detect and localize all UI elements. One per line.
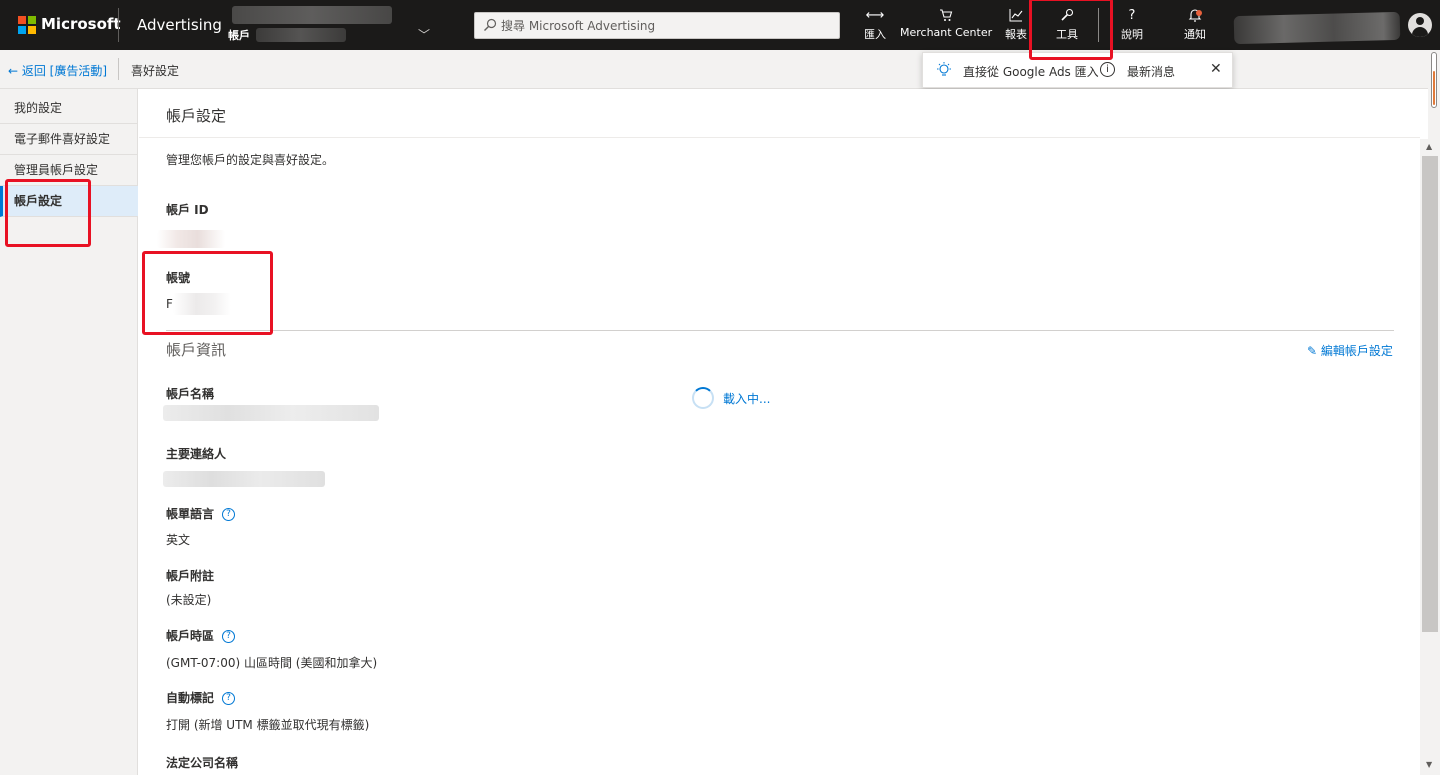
auto-tagging-label: 自動標記? (166, 689, 236, 706)
time-zone-value: (GMT-07:00) 山區時間 (美國和加拿大) (166, 656, 378, 670)
help-icon[interactable]: ? (222, 692, 236, 705)
close-icon[interactable]: ✕ (1210, 61, 1222, 77)
page-scrollbar-thumb[interactable] (1431, 52, 1437, 108)
loading-text: 載入中... (723, 392, 771, 406)
divider (118, 8, 119, 42)
account-name-label: 帳戶名稱 (166, 387, 215, 401)
edit-account-settings-link[interactable]: ✎ 編輯帳戶設定 (1307, 342, 1393, 359)
account-label: 帳戶 (228, 29, 250, 42)
section-title-account-info: 帳戶資訊 (166, 341, 227, 359)
microsoft-logo-icon (18, 16, 36, 34)
nav-merchant-center[interactable]: Merchant Center (900, 8, 992, 44)
account-switcher[interactable]: 帳戶 ﹀ (228, 4, 440, 46)
redacted-user-info (1233, 11, 1401, 45)
search-box[interactable] (474, 12, 840, 39)
breadcrumb: 喜好設定 (131, 64, 180, 78)
info-icon[interactable]: i (1100, 62, 1115, 77)
scroll-down-arrow-icon[interactable]: ▼ (1426, 760, 1432, 769)
redacted-account-id (157, 230, 225, 248)
account-notes-label: 帳戶附註 (166, 569, 215, 583)
notification-badge (1196, 10, 1202, 16)
google-ads-import-link[interactable]: 直接從 Google Ads 匯入 (963, 63, 1099, 80)
sidebar-item-email-preferences[interactable]: 電子郵件喜好設定 (0, 124, 138, 155)
chart-icon (1002, 8, 1030, 24)
product-name[interactable]: Advertising (137, 16, 222, 34)
redacted-account-name (232, 6, 392, 24)
help-icon[interactable]: ? (222, 630, 236, 643)
question-icon: ? (1128, 8, 1136, 23)
redacted-account-id (256, 28, 346, 42)
brand-name: Microsoft (41, 15, 121, 33)
annotation-highlight-tools (1029, 0, 1113, 60)
whats-new-link[interactable]: 最新消息 (1127, 63, 1175, 80)
chevron-down-icon: ﹀ (418, 28, 431, 42)
bell-icon (1180, 8, 1210, 24)
cart-icon (900, 8, 992, 24)
redacted-primary-contact (163, 471, 325, 487)
top-bar: Microsoft Advertising 帳戶 ﹀ ⟷ 匯入 Merchant… (0, 0, 1440, 50)
nav-notifications[interactable]: 通知 (1180, 8, 1210, 44)
nav-help[interactable]: ? 說明 (1118, 8, 1146, 44)
account-id-label: 帳戶 ID (166, 203, 209, 217)
divider (118, 58, 119, 80)
import-icon: ⟷ (865, 8, 885, 23)
page-description: 管理您帳戶的設定與喜好設定。 (166, 153, 335, 167)
back-to-campaigns-link[interactable]: ← 返回 [廣告活動] (8, 62, 107, 79)
content-scrollbar-thumb[interactable] (1422, 156, 1438, 632)
loading-spinner-icon (692, 387, 714, 409)
time-zone-label: 帳戶時區? (166, 627, 236, 644)
divider (139, 137, 1420, 138)
search-input[interactable] (501, 13, 831, 38)
legal-company-name-label: 法定公司名稱 (166, 756, 239, 770)
scroll-up-arrow-icon[interactable]: ▲ (1426, 142, 1432, 151)
user-avatar-icon[interactable] (1408, 13, 1432, 37)
sidebar-item-my-settings[interactable]: 我的設定 (0, 93, 138, 124)
annotation-highlight-account-settings (5, 179, 91, 247)
redacted-account-name (163, 405, 379, 421)
section-divider (166, 330, 1394, 331)
search-icon (484, 18, 497, 31)
billing-language-value: 英文 (166, 533, 191, 547)
billing-language-label: 帳單語言? (166, 505, 236, 522)
nav-import[interactable]: ⟷ 匯入 (860, 8, 890, 44)
main-content: 帳戶設定 管理您帳戶的設定與喜好設定。 帳戶 ID 帳號 F 帳戶資訊 ✎ 編輯… (139, 89, 1420, 775)
help-icon[interactable]: ? (222, 508, 236, 521)
annotation-highlight-account-number (142, 251, 273, 335)
primary-contact-label: 主要連絡人 (166, 447, 227, 461)
account-notes-value: (未設定) (166, 593, 212, 607)
auto-tagging-value: 打開 (新增 UTM 標籤並取代現有標籤) (166, 718, 370, 732)
nav-reports[interactable]: 報表 (1002, 8, 1030, 44)
lightbulb-icon (937, 62, 951, 76)
page-title: 帳戶設定 (166, 107, 227, 125)
